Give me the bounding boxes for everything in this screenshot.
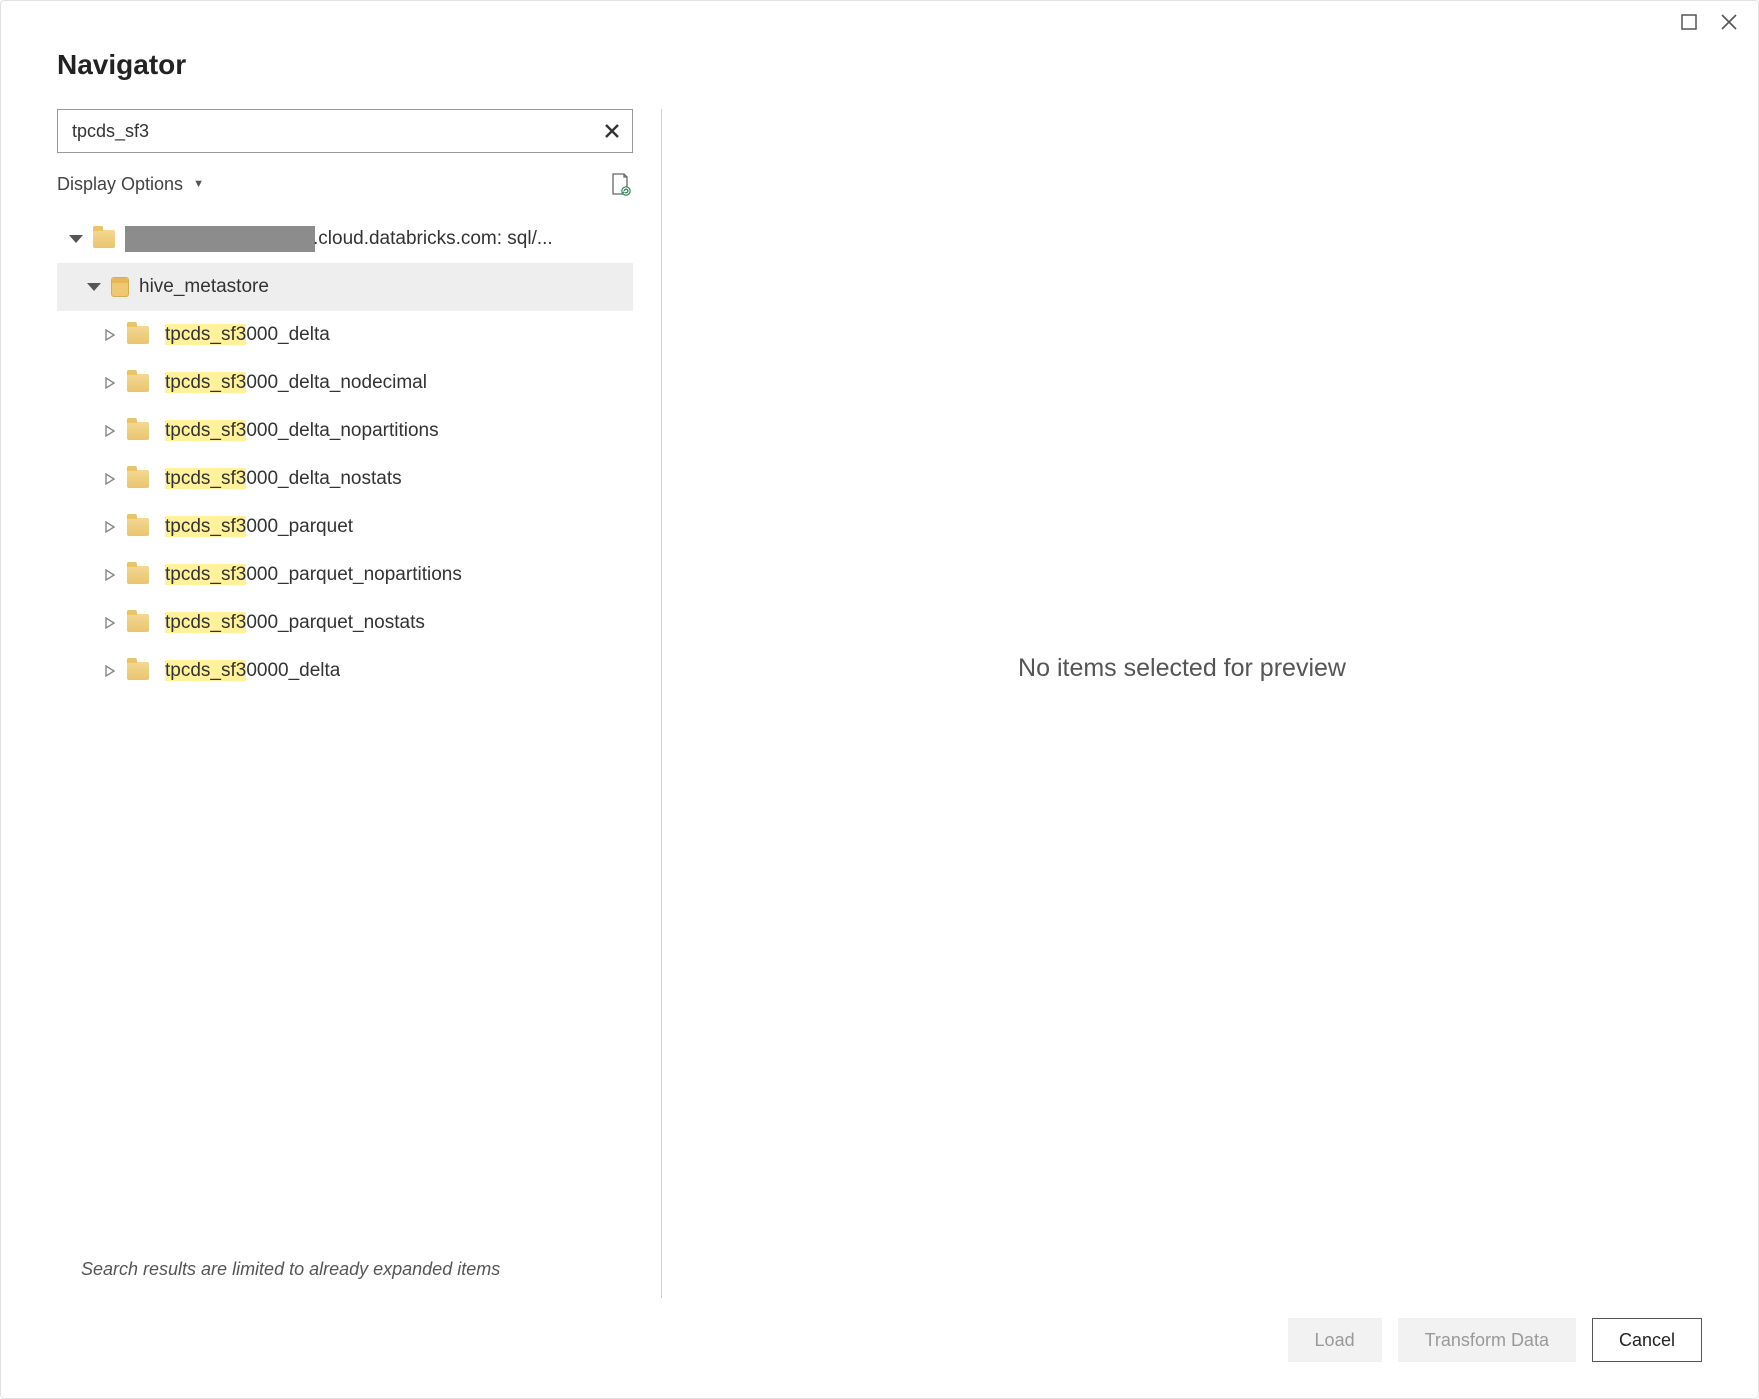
tree-node-schema[interactable]: tpcds_sf3000_delta_nodecimal	[57, 359, 633, 407]
folder-icon	[93, 230, 115, 248]
tree-node-label: tpcds_sf3000_parquet_nostats	[165, 612, 425, 634]
expander-icon[interactable]	[103, 664, 117, 678]
display-options-dropdown[interactable]: Display Options ▼	[57, 174, 204, 195]
tree-node-schema[interactable]: tpcds_sf3000_delta_nostats	[57, 455, 633, 503]
tree-node-schema[interactable]: tpcds_sf3000_delta	[57, 311, 633, 359]
tree-node-label: tpcds_sf3000_parquet_nopartitions	[165, 564, 462, 586]
expander-icon[interactable]	[87, 280, 101, 294]
expander-icon[interactable]	[103, 328, 117, 342]
tree-node-schema[interactable]: tpcds_sf3000_delta_nopartitions	[57, 407, 633, 455]
folder-icon	[127, 470, 149, 488]
folder-icon	[127, 566, 149, 584]
close-icon[interactable]	[1720, 13, 1738, 31]
tree-node-label: tpcds_sf3000_parquet	[165, 516, 353, 538]
chevron-down-icon: ▼	[193, 178, 204, 190]
expander-icon[interactable]	[103, 376, 117, 390]
expander-icon[interactable]	[103, 520, 117, 534]
tree-node-schema[interactable]: tpcds_sf3000_parquet_nopartitions	[57, 551, 633, 599]
tree-node-label: tpcds_sf3000_delta_nodecimal	[165, 372, 427, 394]
preview-pane: No items selected for preview	[662, 109, 1702, 1308]
titlebar	[1, 1, 1758, 31]
clear-search-icon[interactable]	[592, 110, 632, 152]
folder-icon	[127, 374, 149, 392]
folder-icon	[127, 614, 149, 632]
database-icon	[111, 277, 129, 297]
tree-node-label: tpcds_sf3000_delta_nostats	[165, 468, 402, 490]
preview-empty-text: No items selected for preview	[1018, 654, 1346, 683]
tree-root-connection[interactable]: .cloud.databricks.com: sql/...	[57, 215, 633, 263]
load-button[interactable]: Load	[1288, 1318, 1382, 1362]
tree-node-schema[interactable]: tpcds_sf3000_parquet_nostats	[57, 599, 633, 647]
tree-node-label: tpcds_sf30000_delta	[165, 660, 340, 682]
tree-node-label: tpcds_sf3000_delta_nopartitions	[165, 420, 439, 442]
tree-node-schema[interactable]: tpcds_sf30000_delta	[57, 647, 633, 695]
expander-icon[interactable]	[103, 616, 117, 630]
folder-icon	[127, 326, 149, 344]
navigator-tree[interactable]: .cloud.databricks.com: sql/... hive_meta…	[57, 215, 633, 1241]
maximize-icon[interactable]	[1680, 13, 1698, 31]
expander-icon[interactable]	[69, 232, 83, 246]
search-hint: Search results are limited to already ex…	[57, 1241, 633, 1308]
display-options-label: Display Options	[57, 174, 183, 195]
redacted-host	[125, 226, 315, 252]
folder-icon	[127, 422, 149, 440]
tree-node-label: tpcds_sf3000_delta	[165, 324, 330, 346]
tree-root-label: .cloud.databricks.com: sql/...	[125, 226, 553, 252]
expander-icon[interactable]	[103, 424, 117, 438]
button-row: Load Transform Data Cancel	[1, 1308, 1758, 1398]
left-pane: Display Options ▼	[57, 109, 661, 1308]
transform-data-button[interactable]: Transform Data	[1398, 1318, 1576, 1362]
search-input[interactable]	[58, 110, 592, 152]
expander-icon[interactable]	[103, 472, 117, 486]
tree-node-metastore[interactable]: hive_metastore	[57, 263, 633, 311]
folder-icon	[127, 662, 149, 680]
refresh-icon[interactable]	[607, 171, 633, 197]
tree-node-schema[interactable]: tpcds_sf3000_parquet	[57, 503, 633, 551]
tree-node-label: hive_metastore	[139, 276, 269, 298]
navigator-dialog: Navigator Display Options ▼	[0, 0, 1759, 1399]
dialog-title: Navigator	[1, 31, 1758, 109]
search-field-wrap	[57, 109, 633, 153]
cancel-button[interactable]: Cancel	[1592, 1318, 1702, 1362]
folder-icon	[127, 518, 149, 536]
expander-icon[interactable]	[103, 568, 117, 582]
